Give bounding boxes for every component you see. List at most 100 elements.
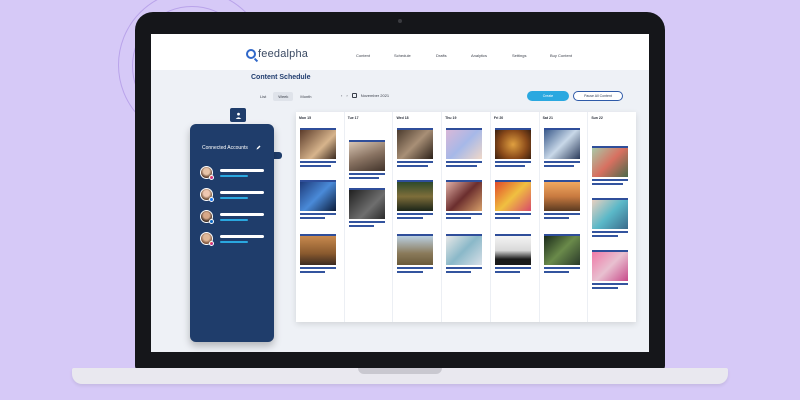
- scheduled-post[interactable]: [592, 146, 629, 185]
- user-icon: [235, 112, 241, 119]
- post-caption-line: [397, 161, 434, 163]
- account-name-line: [220, 191, 264, 194]
- post-thumbnail: [397, 234, 434, 265]
- post-caption-line: [348, 173, 385, 175]
- post-thumbnail: [592, 250, 629, 281]
- account-handle-line: [220, 219, 248, 221]
- account-handle-line: [220, 175, 248, 177]
- scheduled-post[interactable]: [300, 180, 336, 219]
- create-button[interactable]: Create: [527, 91, 569, 101]
- view-tab-month[interactable]: Month: [295, 92, 316, 101]
- post-caption-line: [592, 179, 629, 181]
- scheduled-post[interactable]: [446, 180, 483, 219]
- account-item[interactable]: [200, 188, 266, 204]
- chevron-right-icon[interactable]: ›: [346, 93, 347, 98]
- post-caption-line: [494, 271, 521, 273]
- scheduled-post[interactable]: [446, 128, 483, 167]
- scheduled-post[interactable]: [397, 180, 434, 219]
- post-caption-line: [397, 267, 434, 269]
- view-tab-week[interactable]: Week: [273, 92, 294, 101]
- post-caption-line: [543, 161, 580, 163]
- post-caption-line: [300, 213, 336, 215]
- scheduled-post[interactable]: [592, 250, 629, 289]
- post-caption-line: [300, 217, 326, 219]
- account-handle-line: [220, 241, 248, 243]
- scheduled-post[interactable]: [300, 128, 336, 167]
- header-bar: feedalpha Content Schedule Drafts Analyt…: [151, 34, 649, 70]
- day-label: Wed 18: [396, 116, 409, 120]
- chevron-left-icon[interactable]: ‹: [341, 93, 342, 98]
- post-caption-line: [543, 267, 580, 269]
- view-toggle: List Week Month: [255, 92, 317, 101]
- linkedin-icon: [209, 219, 214, 224]
- post-caption-line: [543, 165, 575, 167]
- date-navigator: ‹ › November 2021: [341, 93, 389, 98]
- post-caption-line: [300, 161, 336, 163]
- post-thumbnail: [300, 234, 336, 265]
- user-button[interactable]: [230, 108, 246, 122]
- scheduled-post[interactable]: [592, 198, 629, 237]
- nav-item-content[interactable]: Content: [356, 53, 370, 58]
- account-item[interactable]: [200, 210, 266, 226]
- post-thumbnail: [300, 180, 336, 211]
- scheduled-post[interactable]: [543, 234, 580, 273]
- scheduled-post[interactable]: [300, 234, 336, 273]
- nav-item-buy-content[interactable]: Buy Content: [550, 53, 572, 58]
- scheduled-post[interactable]: [397, 234, 434, 273]
- scheduled-post[interactable]: [494, 128, 531, 167]
- logo-text: feedalpha: [258, 48, 309, 60]
- post-thumbnail: [592, 198, 629, 229]
- view-tab-list[interactable]: List: [255, 92, 271, 101]
- instagram-icon: [209, 241, 214, 246]
- day-label: Fri 20: [493, 116, 504, 120]
- panel-title: Connected Accounts: [202, 145, 248, 151]
- post-caption-line: [592, 287, 618, 289]
- calendar-icon[interactable]: [351, 93, 357, 98]
- scheduled-post[interactable]: [494, 180, 531, 219]
- post-thumbnail: [592, 146, 629, 177]
- nav-item-analytics[interactable]: Analytics: [471, 53, 487, 58]
- pause-all-content-button[interactable]: Pause All Content: [573, 91, 623, 101]
- post-caption-line: [348, 225, 374, 227]
- nav-item-schedule[interactable]: Schedule: [394, 53, 411, 58]
- date-label[interactable]: November 2021: [361, 93, 389, 98]
- post-caption-line: [592, 231, 629, 233]
- post-caption-line: [300, 271, 326, 273]
- edit-icon[interactable]: [256, 145, 261, 150]
- scheduled-post[interactable]: [543, 180, 580, 219]
- post-thumbnail: [494, 234, 531, 265]
- post-caption-line: [494, 267, 531, 269]
- day-column: Tue 17: [345, 112, 394, 322]
- laptop-notch: [358, 368, 442, 374]
- day-column: Wed 18: [393, 112, 443, 322]
- day-label: Tue 17: [347, 116, 359, 120]
- scheduled-post[interactable]: [543, 128, 580, 167]
- laptop-base: [72, 368, 728, 384]
- scheduled-post[interactable]: [446, 234, 483, 273]
- post-caption-line: [300, 267, 336, 269]
- scheduled-post[interactable]: [348, 188, 385, 227]
- post-caption-line: [300, 165, 331, 167]
- scheduled-post[interactable]: [494, 234, 531, 273]
- scheduled-post[interactable]: [397, 128, 434, 167]
- post-caption-line: [446, 217, 472, 219]
- post-thumbnail: [397, 180, 434, 211]
- post-thumbnail: [446, 234, 483, 265]
- logo[interactable]: feedalpha: [246, 48, 308, 60]
- day-label: Mon 15: [299, 116, 312, 120]
- week-calendar: Mon 15 Tue 17 Wed 18 Thu 19 Fri 20 Sat 2…: [296, 112, 636, 322]
- post-caption-line: [543, 217, 569, 219]
- scheduled-post[interactable]: [348, 140, 385, 179]
- account-item[interactable]: [200, 166, 266, 182]
- nav-item-drafts[interactable]: Drafts: [436, 53, 447, 58]
- facebook-icon: [209, 197, 214, 202]
- post-caption-line: [397, 217, 423, 219]
- account-item[interactable]: [200, 232, 266, 248]
- nav-item-settings[interactable]: Settings: [512, 53, 526, 58]
- webcam: [398, 19, 402, 23]
- post-caption-line: [397, 271, 423, 273]
- day-column: Thu 19: [442, 112, 491, 322]
- post-caption-line: [592, 183, 623, 185]
- account-name-line: [220, 235, 264, 238]
- post-caption-line: [446, 213, 483, 215]
